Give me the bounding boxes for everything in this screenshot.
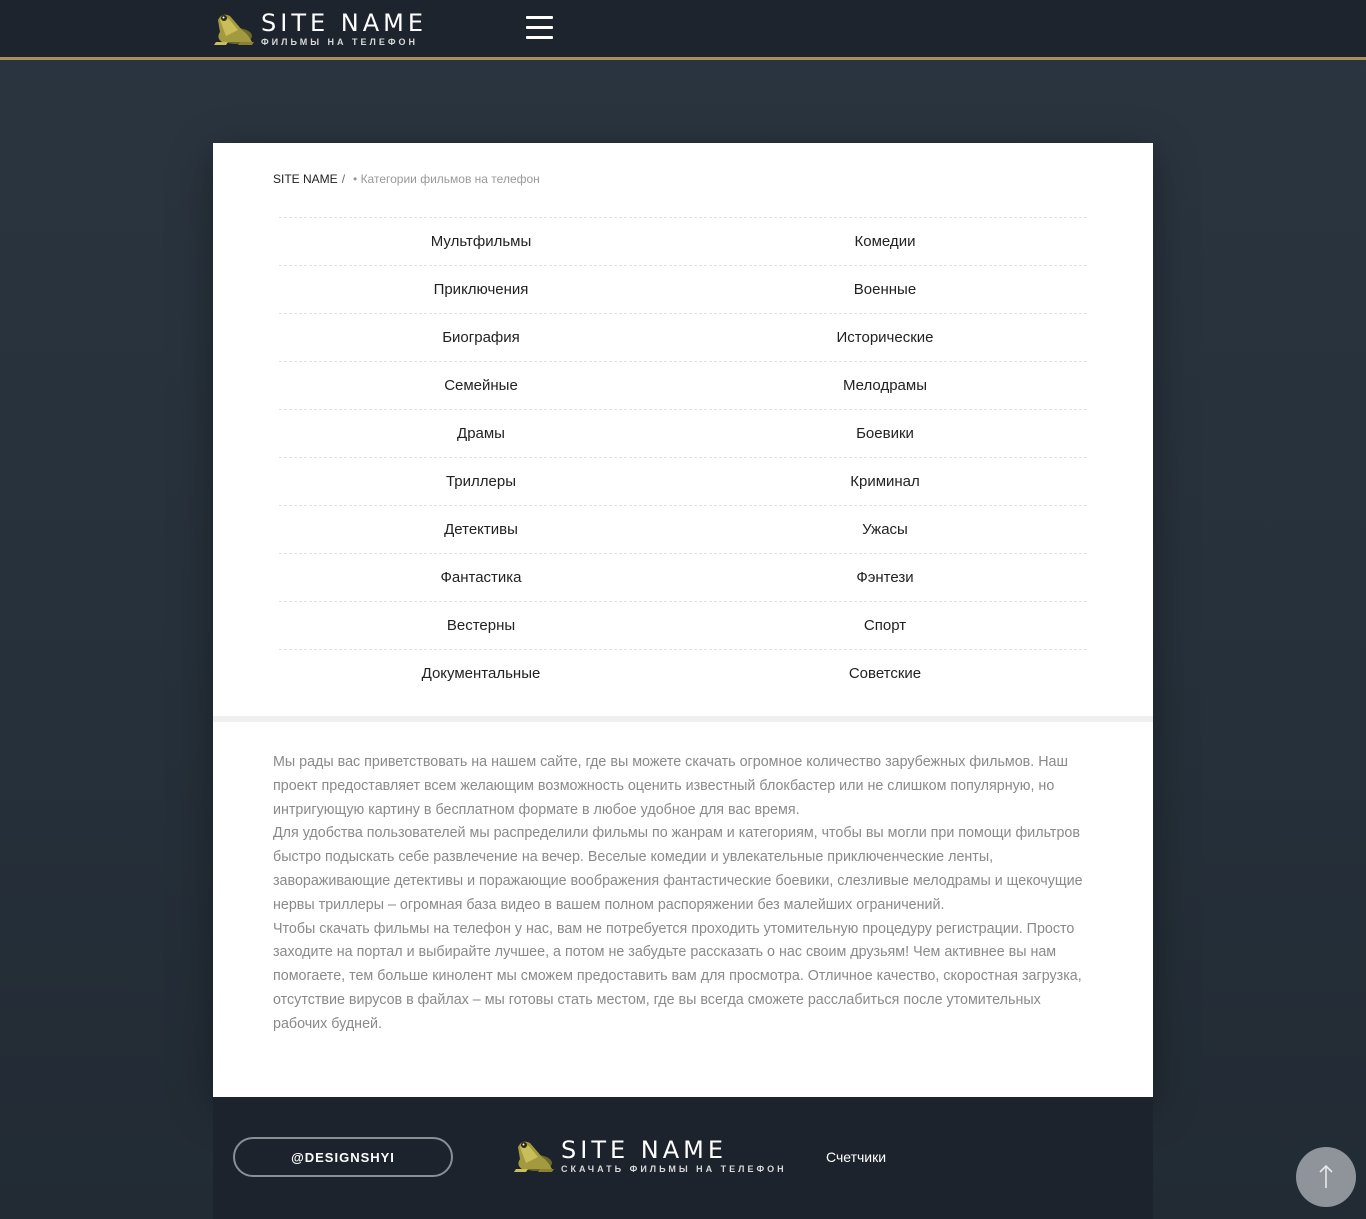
breadcrumb-separator: /: [341, 172, 346, 186]
category-row: Мультфильмы Комедии: [279, 217, 1087, 265]
description-paragraph: Для удобства пользователей мы распредели…: [273, 825, 1083, 913]
categories-grid: Мультфильмы Комедии Приключения Военные …: [279, 217, 1087, 697]
logo-subtitle: ФИЛЬМЫ НА ТЕЛЕФОН: [261, 36, 419, 47]
main-card: SITE NAME / • Категории фильмов на телеф…: [213, 143, 1153, 1097]
category-link[interactable]: Мелодрамы: [683, 377, 1087, 394]
designer-button[interactable]: @DESIGNSHYI: [233, 1137, 453, 1177]
breadcrumb-current: • Категории фильмов на телефон: [353, 172, 540, 186]
category-row: Триллеры Криминал: [279, 457, 1087, 505]
counters-link[interactable]: Счетчики: [826, 1149, 886, 1165]
footer-logo-subtitle: СКАЧАТЬ ФИЛЬМЫ НА ТЕЛЕФОН: [561, 1163, 787, 1174]
footer-logo[interactable]: SITE NAME СКАЧАТЬ ФИЛЬМЫ НА ТЕЛЕФОН: [512, 1135, 787, 1175]
category-link[interactable]: Биография: [279, 329, 683, 346]
category-link[interactable]: Фантастика: [279, 569, 683, 586]
description-paragraph: Мы рады вас приветствовать на нашем сайт…: [273, 754, 1068, 818]
category-link[interactable]: Криминал: [683, 473, 1087, 490]
category-link[interactable]: Военные: [683, 281, 1087, 298]
category-link[interactable]: Спорт: [683, 617, 1087, 634]
category-link[interactable]: Документальные: [279, 665, 683, 682]
category-link[interactable]: Семейные: [279, 377, 683, 394]
category-row: Детективы Ужасы: [279, 505, 1087, 553]
category-row: Драмы Боевики: [279, 409, 1087, 457]
category-link[interactable]: Фэнтези: [683, 569, 1087, 586]
category-link[interactable]: Исторические: [683, 329, 1087, 346]
header-logo[interactable]: SITE NAME ФИЛЬМЫ НА ТЕЛЕФОН: [212, 8, 427, 48]
category-row: Вестерны Спорт: [279, 601, 1087, 649]
breadcrumb: SITE NAME / • Категории фильмов на телеф…: [273, 172, 540, 186]
category-row: Семейные Мелодрамы: [279, 361, 1087, 409]
category-link[interactable]: Мультфильмы: [279, 233, 683, 250]
category-link[interactable]: Триллеры: [279, 473, 683, 490]
category-row: Документальные Советские: [279, 649, 1087, 697]
breadcrumb-home-link[interactable]: SITE NAME: [273, 172, 338, 186]
category-row: Биография Исторические: [279, 313, 1087, 361]
category-link[interactable]: Боевики: [683, 425, 1087, 442]
category-link[interactable]: Советские: [683, 665, 1087, 682]
arrow-up-icon: [1319, 1164, 1333, 1188]
category-row: Приключения Военные: [279, 265, 1087, 313]
footer-logo-title: SITE NAME: [561, 1135, 728, 1164]
logo-title: SITE NAME: [261, 8, 428, 37]
category-link[interactable]: Ужасы: [683, 521, 1087, 538]
category-link[interactable]: Драмы: [279, 425, 683, 442]
site-footer: @DESIGNSHYI SITE NAME СКАЧАТЬ ФИЛЬМЫ НА …: [213, 1097, 1153, 1219]
scroll-to-top-button[interactable]: [1296, 1147, 1356, 1207]
category-link[interactable]: Детективы: [279, 521, 683, 538]
description-text: Мы рады вас приветствовать на нашем сайт…: [273, 751, 1095, 1037]
hamburger-menu-icon[interactable]: [526, 16, 553, 40]
frog-logo-icon: [514, 1141, 554, 1172]
category-link[interactable]: Вестерны: [279, 617, 683, 634]
category-link[interactable]: Приключения: [279, 281, 683, 298]
frog-logo-icon: [214, 14, 254, 45]
section-divider: [213, 716, 1153, 722]
description-paragraph: Чтобы скачать фильмы на телефон у нас, в…: [273, 920, 1082, 1032]
category-row: Фантастика Фэнтези: [279, 553, 1087, 601]
category-link[interactable]: Комедии: [683, 233, 1087, 250]
site-header: SITE NAME ФИЛЬМЫ НА ТЕЛЕФОН: [0, 0, 1366, 60]
